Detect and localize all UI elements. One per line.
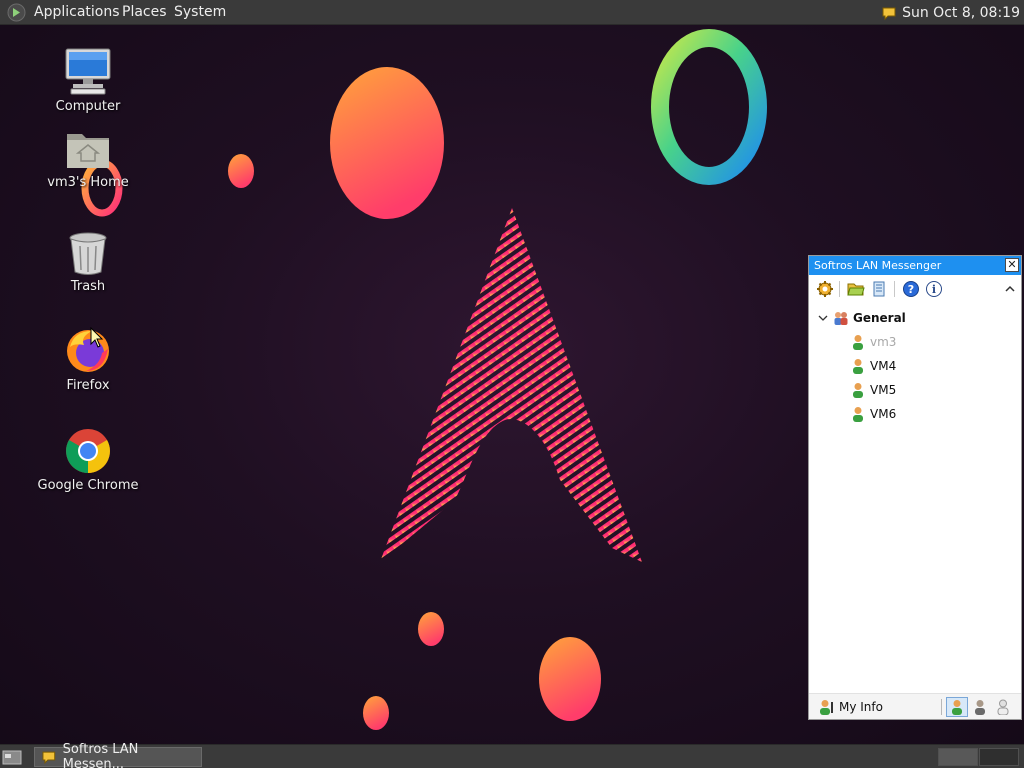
contact-item[interactable]: VM4 [851,357,896,375]
desktop-icon-computer[interactable]: Computer [28,46,148,114]
user-info-icon [820,700,833,715]
desktop-icon-label: Computer [55,99,121,114]
show-desktop-icon[interactable] [2,748,22,766]
settings-gear-icon[interactable] [816,280,834,298]
workspace-1[interactable] [938,748,978,766]
menu-applications[interactable]: Applications [34,4,120,20]
status-busy-icon [975,700,985,715]
window-titlebar[interactable]: Softros LAN Messenger [809,256,1021,275]
my-info-label: My Info [839,700,883,714]
chrome-icon [66,429,110,473]
user-available-icon [853,407,863,422]
workspace-2[interactable] [979,748,1019,766]
bottom-panel: Softros LAN Messen... [0,742,1024,768]
toolbar-separator [894,281,895,297]
window-title: Softros LAN Messenger [814,259,942,272]
status-busy-button[interactable] [969,697,991,717]
taskbar-item-label: Softros LAN Messen... [62,742,139,768]
help-icon[interactable]: ? [902,280,920,298]
menu-places[interactable]: Places [122,4,167,20]
messenger-toolbar: ? i [809,276,1021,302]
clock-area: Sun Oct 8, 08:19 [881,3,1020,23]
firefox-icon [67,330,109,372]
status-available-button[interactable] [946,697,968,717]
contact-name: VM4 [870,359,897,373]
group-name: General [853,311,906,325]
contact-name: VM5 [870,383,897,397]
desktop-icon-label: Trash [70,279,106,294]
chat-bubble-icon [42,751,56,765]
trash-icon [69,232,107,275]
clock[interactable]: Sun Oct 8, 08:19 [902,5,1020,21]
messenger-window: Softros LAN Messenger ✕ ? i General vm3 … [808,255,1022,720]
top-panel: Applications Places System Sun Oct 8, 08… [0,0,1024,25]
collapse-icon[interactable] [1001,280,1019,298]
contact-item[interactable]: VM6 [851,405,896,423]
desktop-icon-trash[interactable]: Trash [28,230,148,294]
open-folder-icon[interactable] [847,280,865,298]
taskbar-item-messenger[interactable]: Softros LAN Messen... [34,742,202,768]
desktop-icon-chrome[interactable]: Google Chrome [28,427,148,493]
computer-icon [65,48,111,95]
toolbar-separator [839,281,840,297]
status-available-icon [952,700,962,715]
chevron-down-icon[interactable] [817,312,829,324]
desktop-icon-label: vm3's Home [47,175,129,190]
status-offline-icon [997,699,1009,715]
user-available-icon [853,383,863,398]
history-icon[interactable] [870,280,888,298]
contact-item[interactable]: vm3 [851,333,896,351]
close-button[interactable]: ✕ [1005,258,1019,272]
my-info-button[interactable]: My Info [819,699,883,715]
status-offline-button[interactable] [992,697,1014,717]
chat-bubble-icon[interactable] [881,5,897,21]
svg-text:i: i [932,283,936,296]
desktop-icon-home[interactable]: vm3's Home [28,128,148,190]
status-bar: My Info [809,693,1021,719]
contact-name: vm3 [870,335,897,349]
mate-menu-logo-icon[interactable] [7,3,26,22]
desktop-icon-firefox[interactable]: Firefox [28,327,148,393]
group-general[interactable]: General [817,309,906,327]
user-available-icon [853,335,863,350]
contact-item[interactable]: VM5 [851,381,896,399]
workspace-switcher [938,748,1020,766]
mouse-cursor-icon [90,327,104,348]
home-folder-icon [67,134,109,168]
user-available-icon [853,359,863,374]
desktop-icon-label: Firefox [66,378,110,393]
info-icon[interactable]: i [925,280,943,298]
svg-text:?: ? [908,283,914,296]
group-icon [834,312,848,325]
menu-system[interactable]: System [174,4,226,20]
desktop-icon-label: Google Chrome [37,478,139,493]
status-separator [941,699,942,715]
contact-name: VM6 [870,407,897,421]
